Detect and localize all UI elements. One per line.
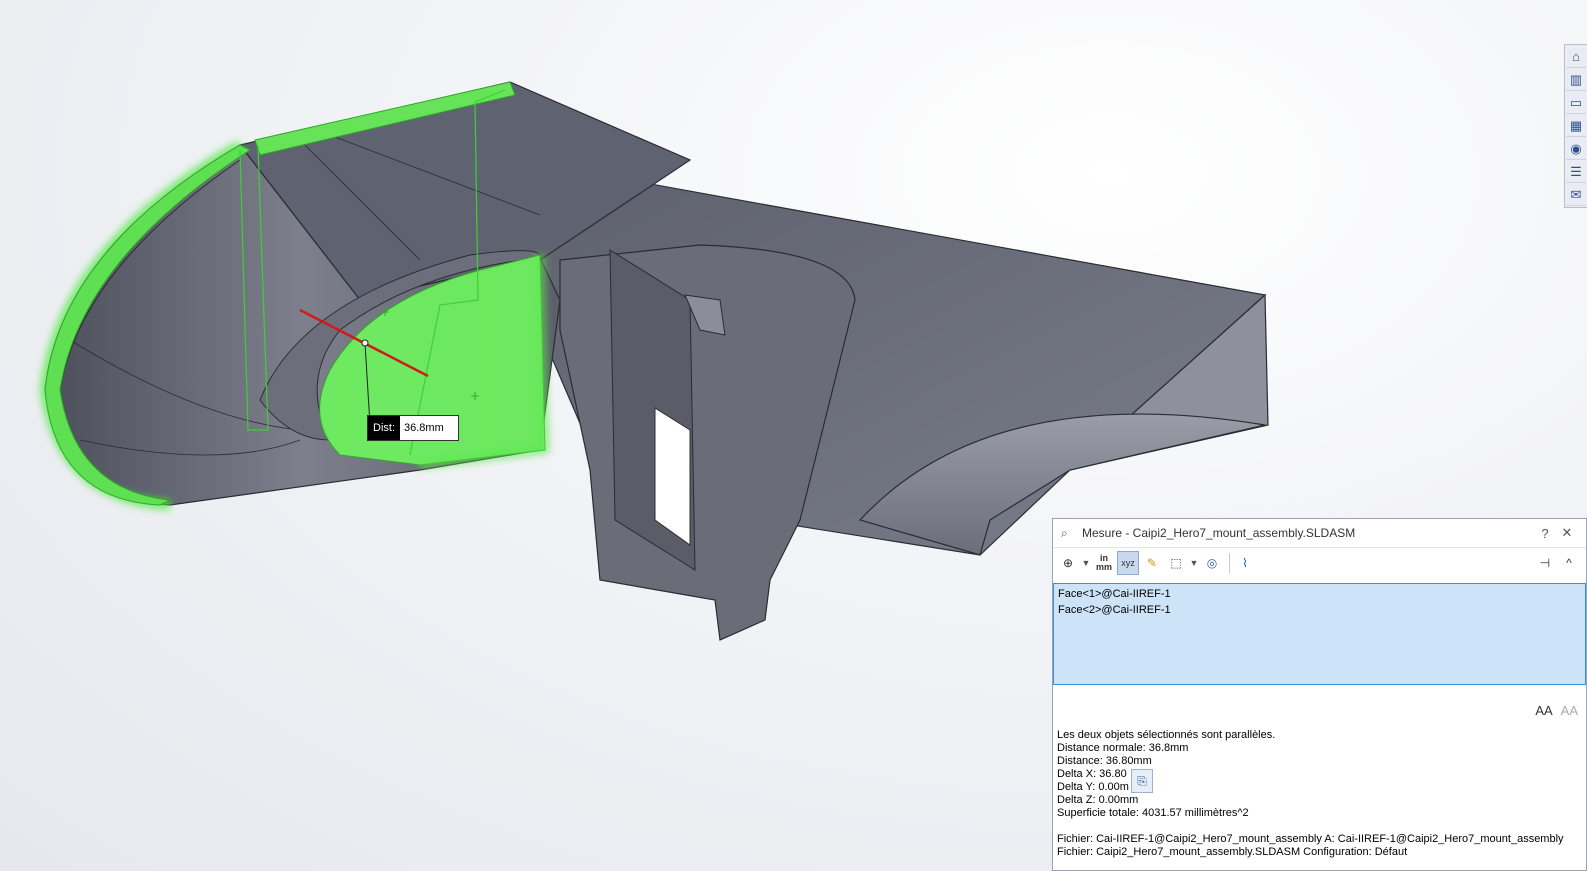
units-mm-label: mm [1095,562,1112,572]
selection-list[interactable]: Face<1>@Cai-IIREF-1 Face<2>@Cai-IIREF-1 [1053,583,1586,685]
pin-icon[interactable]: ⊣ [1534,551,1556,575]
projection-icon[interactable]: ⬚ [1165,551,1187,575]
font-size-controls: AA AA [1535,703,1578,718]
file-line: Fichier: Cai-IIREF-1@Caipi2_Hero7_mount_… [1057,833,1564,845]
distance-callout: Dist: 36.8mm [367,415,459,441]
task-pane-custom-properties-icon[interactable]: ☰ [1566,161,1586,183]
measure-results: Les deux objets sélectionnés sont parall… [1057,729,1582,859]
measure-dialog: ⌕ Mesure - Caipi2_Hero7_mount_assembly.S… [1052,518,1587,871]
decrease-font-icon[interactable]: AA [1561,703,1578,718]
distance-callout-label: Dist: [368,416,400,440]
task-pane-forum-icon[interactable]: ✉ [1566,184,1586,206]
help-button[interactable]: ? [1534,526,1556,541]
task-pane-home-icon[interactable]: ⌂ [1566,46,1586,68]
task-pane-tabs: ⌂ ▥ ▭ ▦ ◉ ☰ ✉ [1564,44,1587,208]
show-xyz-icon[interactable]: xyz [1117,551,1139,575]
copy-icon[interactable]: ⎘ [1131,769,1153,793]
list-item[interactable]: Face<1>@Cai-IIREF-1 [1058,586,1581,602]
arc-circle-dropdown-icon[interactable]: ▼ [1081,551,1091,575]
list-item[interactable]: Face<2>@Cai-IIREF-1 [1058,602,1581,618]
measure-titlebar[interactable]: ⌕ Mesure - Caipi2_Hero7_mount_assembly.S… [1053,519,1586,548]
units-precision-button[interactable]: in mm [1093,551,1115,575]
svg-text:+: + [470,389,480,403]
measure-title: Mesure - Caipi2_Hero7_mount_assembly.SLD… [1082,526,1356,540]
measure-toolbar: ⊕ ▼ in mm xyz ✎ ⬚ ▼ ◎ ⌇ ⊣ ^ [1053,548,1586,578]
arc-circle-measurement-icon[interactable]: ⊕ [1057,551,1079,575]
task-pane-file-explorer-icon[interactable]: ▭ [1566,92,1586,114]
collapse-icon[interactable]: ^ [1558,551,1580,575]
measure-history-icon[interactable]: ⌇ [1234,551,1256,575]
result-line: Les deux objets sélectionnés sont parall… [1057,729,1276,741]
toolbar-separator [1229,553,1230,573]
svg-text:+: + [380,305,390,319]
task-pane-design-library-icon[interactable]: ▥ [1566,69,1586,91]
point-to-point-icon[interactable]: ✎ [1141,551,1163,575]
measure-point [361,339,369,347]
task-pane-appearances-icon[interactable]: ◉ [1566,138,1586,160]
result-line: Superficie totale: 4031.57 millimètres^2 [1057,807,1249,819]
result-line: Delta Z: 0.00mm [1057,794,1139,806]
result-line: Distance: 36.80mm [1057,755,1152,767]
close-button[interactable]: ✕ [1556,525,1578,541]
projection-dropdown-icon[interactable]: ▼ [1189,551,1199,575]
task-pane-view-palette-icon[interactable]: ▦ [1566,115,1586,137]
distance-callout-value: 36.8mm [404,422,444,434]
increase-font-icon[interactable]: AA [1535,703,1552,718]
measure-app-icon: ⌕ [1061,526,1068,540]
result-line: Distance normale: 36.8mm [1057,742,1189,754]
file-line: Fichier: Caipi2_Hero7_mount_assembly.SLD… [1057,846,1408,858]
sensor-icon[interactable]: ◎ [1201,551,1223,575]
